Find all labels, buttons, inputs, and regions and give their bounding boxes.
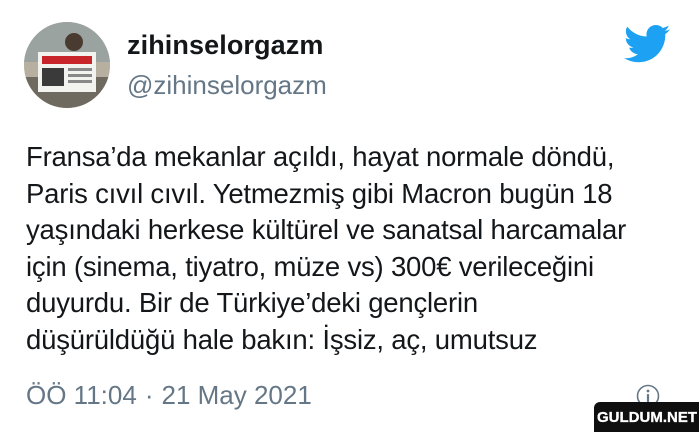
author-display-name[interactable]: zihinselorgazm	[127, 30, 323, 61]
avatar-image	[24, 22, 110, 108]
tweet-text-line: yaşındaki herkese kültürel ve sanatsal h…	[26, 214, 627, 245]
tweet-text-line: için (sinema, tiyatro, müze vs) 300€ ver…	[26, 250, 594, 282]
watermark-text: GULDUM.NET	[597, 409, 697, 426]
author-handle[interactable]: @zihinselorgazm	[127, 70, 327, 101]
tweet-text-line: düşürüldüğü hale bakın: İşsiz, aç, umuts…	[26, 323, 538, 355]
avatar[interactable]	[24, 22, 110, 108]
watermark: GULDUM.NET	[594, 402, 699, 432]
watermark-logo: GULDUM.NET	[597, 409, 697, 426]
tweet-text-line: Paris cıvıl cıvıl. Yetmezmiş gibi Macron…	[26, 177, 613, 209]
tweet-time: ÖÖ 11:04	[26, 380, 137, 410]
tweet-date: 21 May 2021	[161, 380, 312, 410]
meta-separator: ·	[144, 380, 154, 410]
twitter-bird-icon[interactable]	[624, 24, 670, 64]
tweet-text-line: Fransa’da mekanlar açıldı, hayat normale…	[26, 141, 615, 172]
tweet-text-line: duyurdu. Bir de Türkiye’deki gençlerin	[26, 287, 478, 318]
tweet-timestamp[interactable]: ÖÖ 11:04 · 21 May 2021	[26, 380, 312, 411]
tweet-card: zihinselorgazm @zihinselorgazm Fransa’da…	[0, 0, 699, 432]
tweet-text: Fransa’da mekanlar açıldı, hayat normale…	[26, 139, 686, 358]
